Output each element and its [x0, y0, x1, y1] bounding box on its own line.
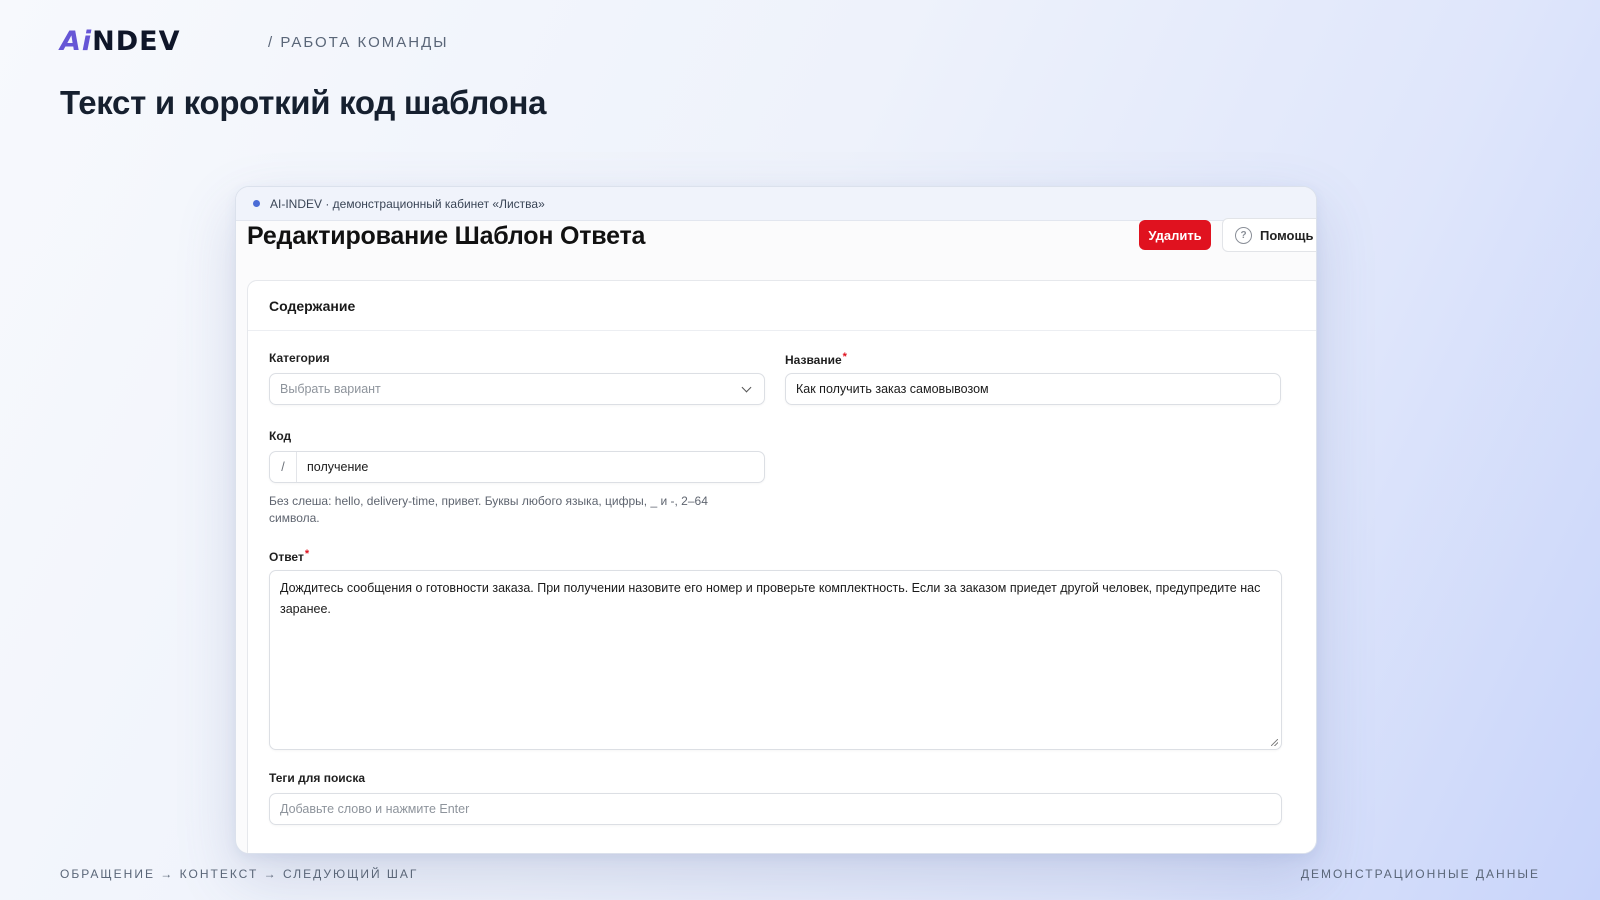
tags-field: Теги для поиска Добавьте слово и нажмите…: [269, 771, 1282, 825]
logo-wordmark: Ai NDEV: [60, 26, 181, 57]
content-card: Содержание Категория Выбрать вариант Наз…: [247, 280, 1316, 853]
answer-textarea[interactable]: Дождитесь сообщения о готовности заказа.…: [269, 570, 1282, 750]
app-window: AI-INDEV · демонстрационный кабинет «Лис…: [235, 186, 1317, 854]
answer-field: Ответ* Дождитесь сообщения о готовности …: [269, 548, 1282, 750]
name-label: Название: [785, 353, 842, 367]
help-button[interactable]: ? Помощь: [1222, 218, 1316, 252]
category-select[interactable]: Выбрать вариант: [269, 373, 765, 405]
resize-handle-icon[interactable]: [1271, 739, 1278, 746]
question-circle-icon: ?: [1235, 226, 1252, 244]
help-button-label: Помощь: [1260, 227, 1314, 243]
code-prefix: /: [270, 452, 297, 482]
page-title: Редактирование Шаблон Ответа: [247, 222, 646, 250]
logo-ai-part: Ai: [60, 26, 93, 57]
aindev-logo: Ai NDEV: [60, 26, 181, 57]
code-field: Код / получение Без слеша: hello, delive…: [269, 429, 765, 527]
code-hint: Без слеша: hello, delivery-time, привет.…: [269, 494, 708, 525]
answer-value: Дождитесь сообщения о готовности заказа.…: [280, 581, 1261, 616]
answer-label: Ответ: [269, 550, 304, 564]
tags-label: Теги для поиска: [269, 771, 365, 785]
name-input[interactable]: Как получить заказ самовывозом: [785, 373, 1281, 405]
code-label: Код: [269, 429, 292, 443]
footer-flow: ОБРАЩЕНИЕ → КОНТЕКСТ → СЛЕДУЮЩИЙ ШАГ: [60, 867, 419, 881]
category-label: Категория: [269, 351, 330, 365]
code-value: получение: [307, 460, 369, 474]
name-label-row: Название*: [785, 351, 1281, 367]
slide-title: Текст и короткий код шаблона: [60, 84, 547, 121]
tags-placeholder: Добавьте слово и нажмите Enter: [280, 802, 470, 816]
required-mark: *: [304, 548, 310, 560]
footer-demo-note: ДЕМОНСТРАЦИОННЫЕ ДАННЫЕ: [1300, 867, 1540, 881]
window-bar: AI-INDEV · демонстрационный кабинет «Лис…: [236, 187, 1316, 221]
answer-label-row: Ответ*: [269, 548, 1282, 564]
window-bar-text: AI-INDEV · демонстрационный кабинет «Лис…: [270, 196, 545, 211]
required-mark: *: [842, 351, 847, 363]
category-placeholder: Выбрать вариант: [280, 382, 381, 396]
delete-button[interactable]: Удалить: [1139, 220, 1211, 250]
status-dot-icon: [253, 200, 260, 207]
name-field: Название* Как получить заказ самовывозом: [785, 351, 1281, 405]
section-label: / РАБОТА КОМАНДЫ: [268, 34, 449, 51]
chevron-down-icon: [741, 382, 752, 392]
name-value: Как получить заказ самовывозом: [796, 382, 989, 396]
tags-input[interactable]: Добавьте слово и нажмите Enter: [269, 793, 1282, 825]
card-header: Содержание: [248, 281, 1316, 331]
category-field: Категория Выбрать вариант: [269, 351, 765, 405]
code-input[interactable]: / получение: [269, 451, 765, 483]
logo-ndev-part: NDEV: [92, 26, 181, 57]
